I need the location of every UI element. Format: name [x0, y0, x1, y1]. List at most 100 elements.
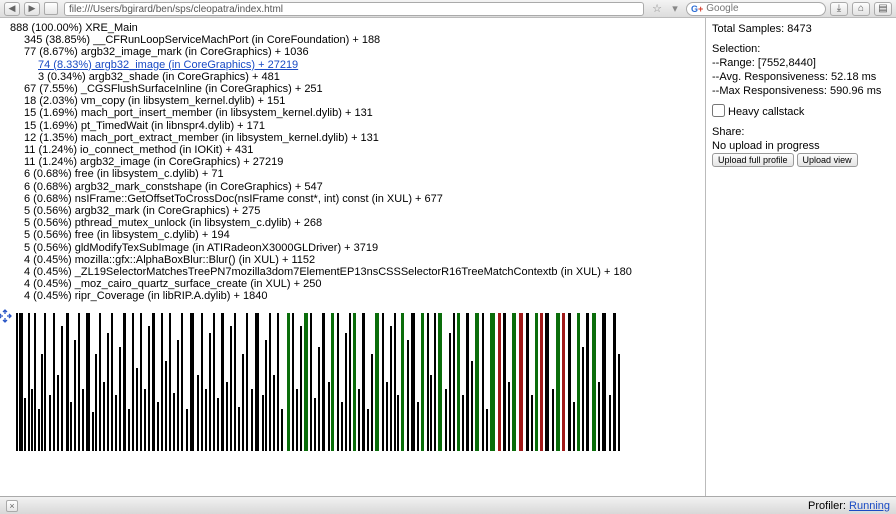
flame-bar[interactable]	[230, 326, 232, 450]
flame-bar[interactable]	[24, 398, 26, 450]
flame-bar[interactable]	[281, 409, 283, 450]
flame-bar[interactable]	[242, 354, 244, 451]
call-tree-row[interactable]: 6 (0.68%) nsIFrame::GetOffsetToCrossDoc(…	[10, 193, 699, 205]
flame-bar[interactable]	[353, 313, 356, 451]
flame-bar[interactable]	[445, 389, 447, 451]
call-tree-row[interactable]: 5 (0.56%) argb32_mark (in CoreGraphics) …	[10, 205, 699, 217]
flame-bar[interactable]	[201, 313, 203, 451]
flame-bar[interactable]	[128, 409, 130, 450]
flame-bar[interactable]	[197, 375, 199, 451]
flame-bar[interactable]	[592, 313, 596, 451]
call-tree-row[interactable]: 345 (38.85%) __CFRunLoopServiceMachPort …	[10, 34, 699, 46]
flame-bar[interactable]	[421, 313, 424, 451]
call-tree-row[interactable]: 3 (0.34%) argb32_shade (in CoreGraphics)…	[10, 71, 699, 83]
flame-bar[interactable]	[277, 313, 279, 451]
flame-bar[interactable]	[41, 354, 43, 451]
flame-bar[interactable]	[531, 395, 533, 450]
call-tree-row[interactable]: 12 (1.35%) mach_port_extract_member (in …	[10, 132, 699, 144]
flame-bar[interactable]	[568, 313, 571, 451]
bookmark-star-icon[interactable]: ☆	[650, 2, 664, 15]
call-tree-row[interactable]: 67 (7.55%) _CGSFlushSurfaceInline (in Co…	[10, 83, 699, 95]
call-tree-row[interactable]: 6 (0.68%) free (in libsystem_c.dylib) + …	[10, 168, 699, 180]
flame-bar[interactable]	[136, 368, 138, 451]
flame-bar[interactable]	[341, 402, 343, 450]
call-tree-row[interactable]: 5 (0.56%) free (in libsystem_c.dylib) + …	[10, 229, 699, 241]
flame-bar[interactable]	[562, 313, 565, 451]
flame-bar[interactable]	[434, 313, 436, 451]
call-tree-row[interactable]: 18 (2.03%) vm_copy (in libsystem_kernel.…	[10, 95, 699, 107]
flame-bar[interactable]	[115, 395, 117, 450]
flame-bar[interactable]	[217, 398, 219, 450]
heavy-callstack-row[interactable]: Heavy callstack	[712, 104, 890, 119]
flame-bar[interactable]	[490, 313, 495, 451]
flame-bar[interactable]	[512, 313, 516, 451]
flame-bar[interactable]	[526, 313, 529, 451]
flame-bar[interactable]	[86, 313, 90, 451]
flame-bar[interactable]	[205, 389, 207, 451]
flame-bar[interactable]	[586, 313, 589, 451]
flame-bar[interactable]	[287, 313, 290, 451]
flame-bar[interactable]	[613, 313, 616, 451]
flame-bar[interactable]	[411, 313, 415, 451]
flame-bar[interactable]	[318, 347, 320, 451]
flame-bar[interactable]	[148, 326, 150, 450]
flame-bar[interactable]	[390, 326, 392, 450]
flame-bar[interactable]	[144, 389, 146, 451]
flame-bar[interactable]	[107, 333, 109, 450]
flame-bar[interactable]	[238, 407, 240, 451]
flame-bar[interactable]	[103, 382, 105, 451]
flame-bar[interactable]	[367, 409, 369, 450]
flame-bar[interactable]	[66, 313, 69, 451]
flame-bar[interactable]	[337, 313, 339, 451]
flame-bar[interactable]	[397, 395, 399, 450]
flame-bar[interactable]	[111, 313, 113, 451]
flame-bar[interactable]	[386, 382, 388, 451]
flame-bar[interactable]	[362, 313, 365, 451]
flame-bar[interactable]	[453, 313, 455, 451]
flame-bar[interactable]	[462, 395, 464, 450]
flame-bar[interactable]	[328, 382, 330, 451]
flame-bar[interactable]	[457, 313, 460, 451]
flame-bar[interactable]	[310, 313, 312, 451]
flame-bar[interactable]	[349, 313, 351, 451]
flame-bar[interactable]	[177, 340, 179, 450]
call-tree[interactable]: 888 (100.00%) XRE_Main345 (38.85%) __CFR…	[0, 18, 705, 307]
flame-bar[interactable]	[449, 333, 451, 450]
flame-bar[interactable]	[296, 389, 298, 451]
flame-bar[interactable]	[556, 313, 560, 451]
flame-graph[interactable]	[16, 313, 697, 451]
flame-bar[interactable]	[38, 409, 40, 450]
flame-bar[interactable]	[269, 313, 271, 451]
search-input[interactable]	[706, 3, 838, 14]
flame-bar[interactable]	[508, 382, 510, 451]
downloads-button[interactable]: ⤓	[830, 2, 848, 16]
call-tree-row[interactable]: 11 (1.24%) io_connect_method (in IOKit) …	[10, 144, 699, 156]
profiler-link[interactable]: Running	[849, 500, 890, 512]
flame-bar[interactable]	[407, 340, 409, 450]
flame-bar[interactable]	[251, 389, 253, 451]
flame-bar[interactable]	[358, 389, 360, 451]
call-tree-row[interactable]: 77 (8.67%) argb32_image_mark (in CoreGra…	[10, 46, 699, 58]
flame-bar[interactable]	[19, 313, 23, 451]
call-tree-row[interactable]: 888 (100.00%) XRE_Main	[10, 22, 699, 34]
flame-bar[interactable]	[438, 313, 442, 451]
flame-bar[interactable]	[545, 313, 549, 451]
flame-bar[interactable]	[123, 313, 126, 451]
flame-bar[interactable]	[34, 313, 36, 451]
flame-bar[interactable]	[57, 375, 59, 451]
call-tree-row[interactable]: 15 (1.69%) mach_port_insert_member (in l…	[10, 107, 699, 119]
call-tree-row[interactable]: 4 (0.45%) ripr_Coverage (in libRIP.A.dyl…	[10, 290, 699, 302]
flame-bar[interactable]	[169, 313, 171, 451]
flame-bar[interactable]	[535, 313, 538, 451]
flame-bar[interactable]	[53, 313, 55, 451]
upload-view-button[interactable]: Upload view	[797, 153, 858, 167]
call-tree-row[interactable]: 6 (0.68%) argb32_mark_constshape (in Cor…	[10, 181, 699, 193]
back-button[interactable]: ◀	[4, 2, 20, 16]
flame-bar[interactable]	[331, 313, 334, 451]
flame-bar[interactable]	[401, 313, 404, 451]
flame-bar[interactable]	[209, 333, 211, 450]
flame-bar[interactable]	[486, 409, 488, 450]
flame-bar[interactable]	[78, 313, 80, 451]
flame-bar[interactable]	[61, 326, 63, 450]
call-tree-row[interactable]: 4 (0.45%) mozilla::gfx::AlphaBoxBlur::Bl…	[10, 254, 699, 266]
